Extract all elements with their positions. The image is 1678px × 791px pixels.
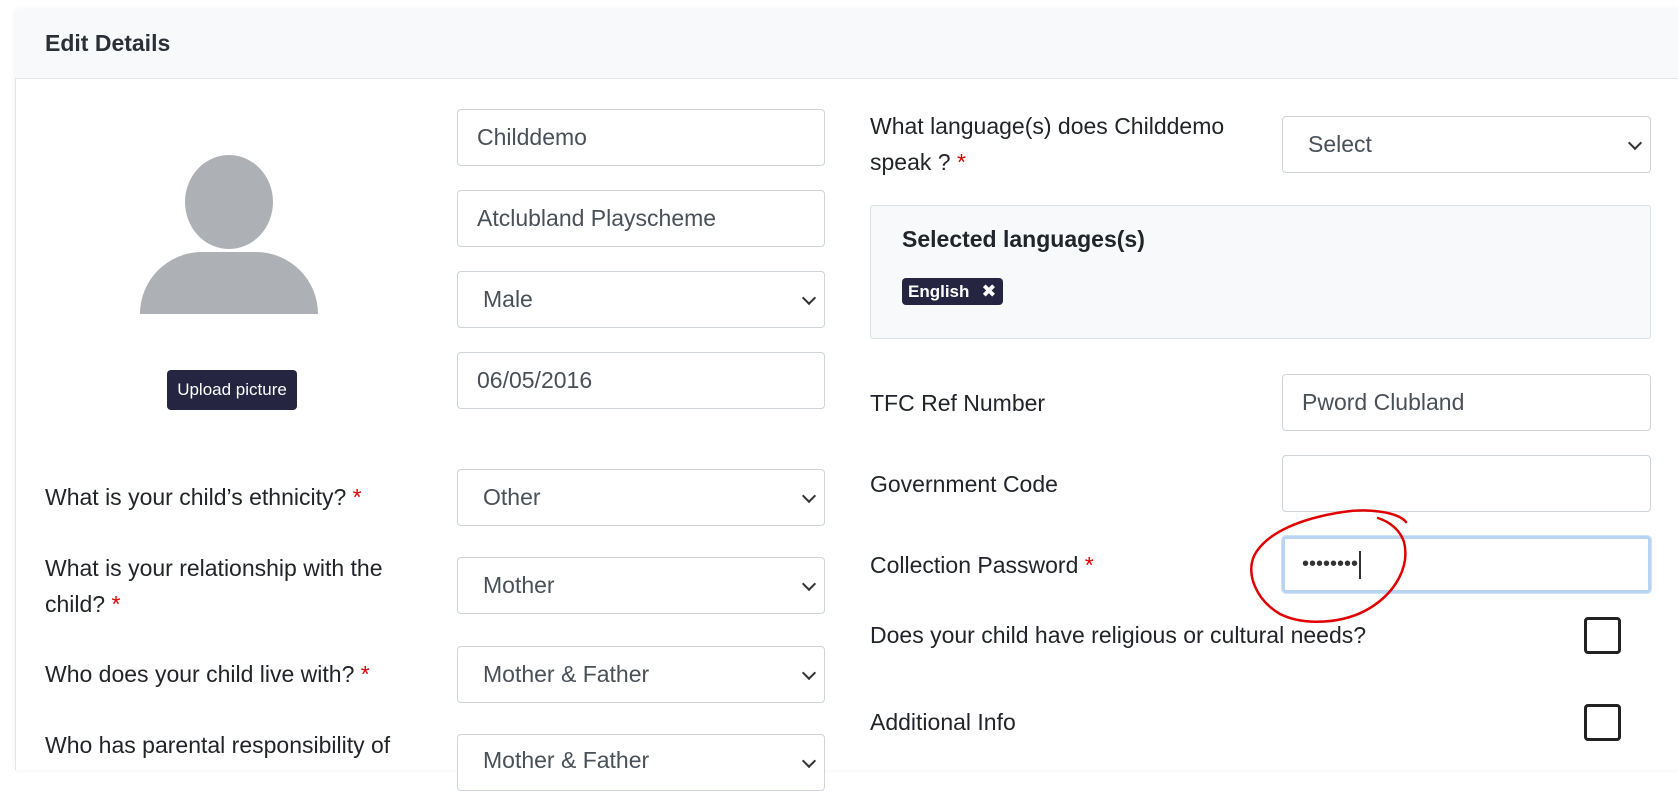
- date-of-birth-input[interactable]: 06/05/2016: [457, 352, 825, 409]
- selected-languages-box: Selected languages(s) English ✖: [870, 205, 1651, 339]
- gender-select-value: Male: [483, 286, 533, 312]
- ethnicity-label: What is your child’s ethnicity? *: [45, 484, 362, 510]
- relationship-select-value: Mother: [483, 572, 555, 598]
- card-header: [15, 10, 1678, 79]
- gender-select[interactable]: Male: [457, 271, 825, 328]
- selected-languages-title: Selected languages(s): [902, 226, 1145, 252]
- page-title: Edit Details: [45, 30, 171, 56]
- first-name-input[interactable]: Childdemo: [457, 109, 825, 166]
- upload-picture-button[interactable]: Upload picture: [167, 370, 297, 410]
- chevron-down-icon: [801, 753, 817, 768]
- lives-with-select[interactable]: Mother & Father: [457, 646, 825, 703]
- language-select[interactable]: Select: [1282, 116, 1651, 173]
- relationship-label: What is your relationship with the child…: [45, 555, 383, 617]
- tfc-ref-label: TFC Ref Number: [870, 390, 1046, 416]
- collection-password-input[interactable]: ••••••••: [1282, 536, 1651, 593]
- chevron-down-icon: [801, 576, 817, 591]
- language-select-value: Select: [1308, 131, 1372, 157]
- tfc-ref-input[interactable]: Pword Clubland: [1282, 374, 1651, 431]
- religious-needs-label: Does your child have religious or cultur…: [870, 622, 1367, 648]
- parental-responsibility-label: Who has parental responsibility of: [45, 732, 391, 758]
- relationship-select[interactable]: Mother: [457, 557, 825, 614]
- language-tag-label: English: [908, 281, 970, 301]
- collection-password-label: Collection Password *: [870, 552, 1094, 578]
- government-code-label: Government Code: [870, 471, 1058, 497]
- additional-info-checkbox[interactable]: [1584, 704, 1621, 741]
- language-tag-english: English ✖: [902, 278, 1003, 305]
- government-code-input[interactable]: [1282, 455, 1651, 512]
- last-name-input[interactable]: Atclubland Playscheme: [457, 190, 825, 247]
- remove-tag-icon[interactable]: ✖: [981, 281, 996, 302]
- religious-needs-checkbox[interactable]: [1584, 617, 1621, 654]
- chevron-down-icon: [1627, 135, 1643, 150]
- avatar-head-icon: [185, 155, 273, 249]
- parental-responsibility-select-value: Mother & Father: [483, 747, 650, 773]
- lives-with-select-value: Mother & Father: [483, 661, 650, 687]
- lives-with-label: Who does your child live with? *: [45, 661, 370, 687]
- additional-info-label: Additional Info: [870, 709, 1016, 735]
- parental-responsibility-select[interactable]: Mother & Father: [457, 734, 825, 791]
- password-value: ••••••••: [1302, 553, 1359, 575]
- chevron-down-icon: [801, 665, 817, 680]
- ethnicity-select[interactable]: Other: [457, 469, 825, 526]
- chevron-down-icon: [801, 488, 817, 503]
- language-question-label: What language(s) does Childdemo speak ? …: [870, 113, 1225, 175]
- chevron-down-icon: [801, 290, 817, 305]
- text-caret: [1359, 550, 1362, 579]
- ethnicity-select-value: Other: [483, 484, 541, 510]
